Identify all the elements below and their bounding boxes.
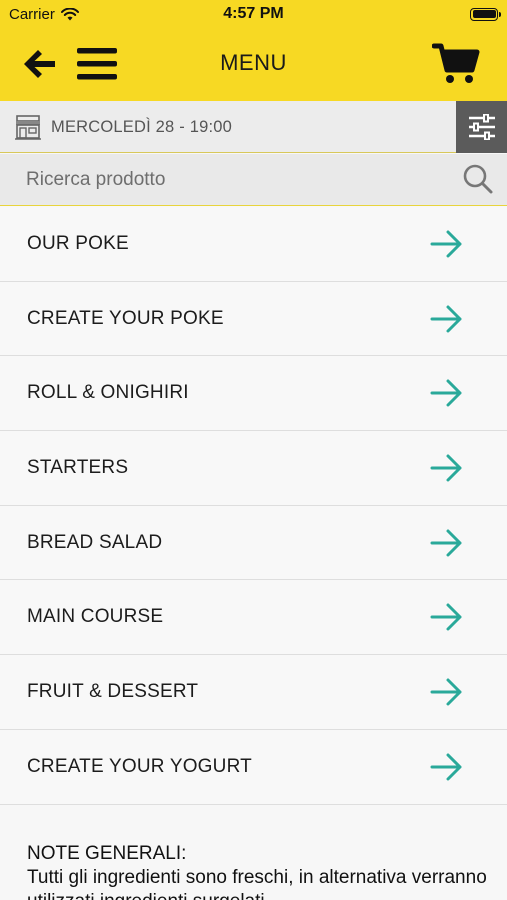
category-label: FRUIT & DESSERT — [27, 681, 199, 703]
category-label: STARTERS — [27, 457, 129, 479]
arrow-right-icon — [430, 603, 462, 631]
category-item-our-poke[interactable]: OUR POKE — [0, 207, 507, 282]
status-time: 4:57 PM — [223, 5, 284, 22]
app-header: MENU — [0, 28, 507, 101]
category-label: CREATE YOUR POKE — [27, 307, 224, 329]
notes-text: Tutti gli ingredienti sono freschi, in a… — [27, 867, 487, 900]
category-item-create-your-yogurt[interactable]: CREATE YOUR YOGURT — [0, 729, 507, 805]
page-title: MENU — [220, 50, 287, 75]
category-item-roll-onighiri[interactable]: ROLL & ONIGHIRI — [0, 356, 507, 432]
arrow-right-icon — [430, 379, 462, 407]
sliders-icon — [468, 114, 495, 140]
search-input[interactable] — [12, 162, 442, 198]
cart-icon[interactable] — [432, 42, 480, 86]
category-item-starters[interactable]: STARTERS — [0, 431, 507, 506]
category-item-main-course[interactable]: MAIN COURSE — [0, 580, 507, 656]
arrow-right-icon — [430, 529, 462, 557]
arrow-right-icon — [430, 678, 462, 706]
notes-title: NOTE GENERALI: — [27, 843, 187, 864]
delivery-date-bar[interactable]: MERCOLEDÌ 28 - 19:00 — [0, 101, 507, 153]
category-label: BREAD SALAD — [27, 531, 163, 553]
search-bar — [0, 154, 507, 206]
delivery-date-text: MERCOLEDÌ 28 - 19:00 — [51, 118, 232, 136]
category-item-bread-salad[interactable]: BREAD SALAD — [0, 505, 507, 581]
category-label: OUR POKE — [27, 233, 129, 254]
shop-icon — [15, 115, 41, 140]
category-item-fruit-dessert[interactable]: FRUIT & DESSERT — [0, 655, 507, 730]
category-label: ROLL & ONIGHIRI — [27, 382, 189, 404]
category-label: MAIN COURSE — [27, 606, 164, 628]
arrow-right-icon — [430, 230, 462, 258]
general-notes: NOTE GENERALI: Tutti gli ingredienti son… — [27, 842, 497, 900]
filter-button[interactable] — [456, 101, 507, 153]
battery-icon — [470, 7, 501, 21]
status-bar: Carrier 4:57 PM — [0, 0, 507, 28]
category-label: CREATE YOUR YOGURT — [27, 755, 252, 777]
arrow-right-icon — [430, 753, 462, 781]
arrow-right-icon — [430, 454, 462, 482]
category-list: OUR POKE CREATE YOUR POKE ROLL & ONIGHIR… — [0, 207, 507, 805]
search-icon[interactable] — [462, 163, 494, 195]
arrow-right-icon — [430, 305, 462, 333]
category-item-create-your-poke[interactable]: CREATE YOUR POKE — [0, 281, 507, 357]
